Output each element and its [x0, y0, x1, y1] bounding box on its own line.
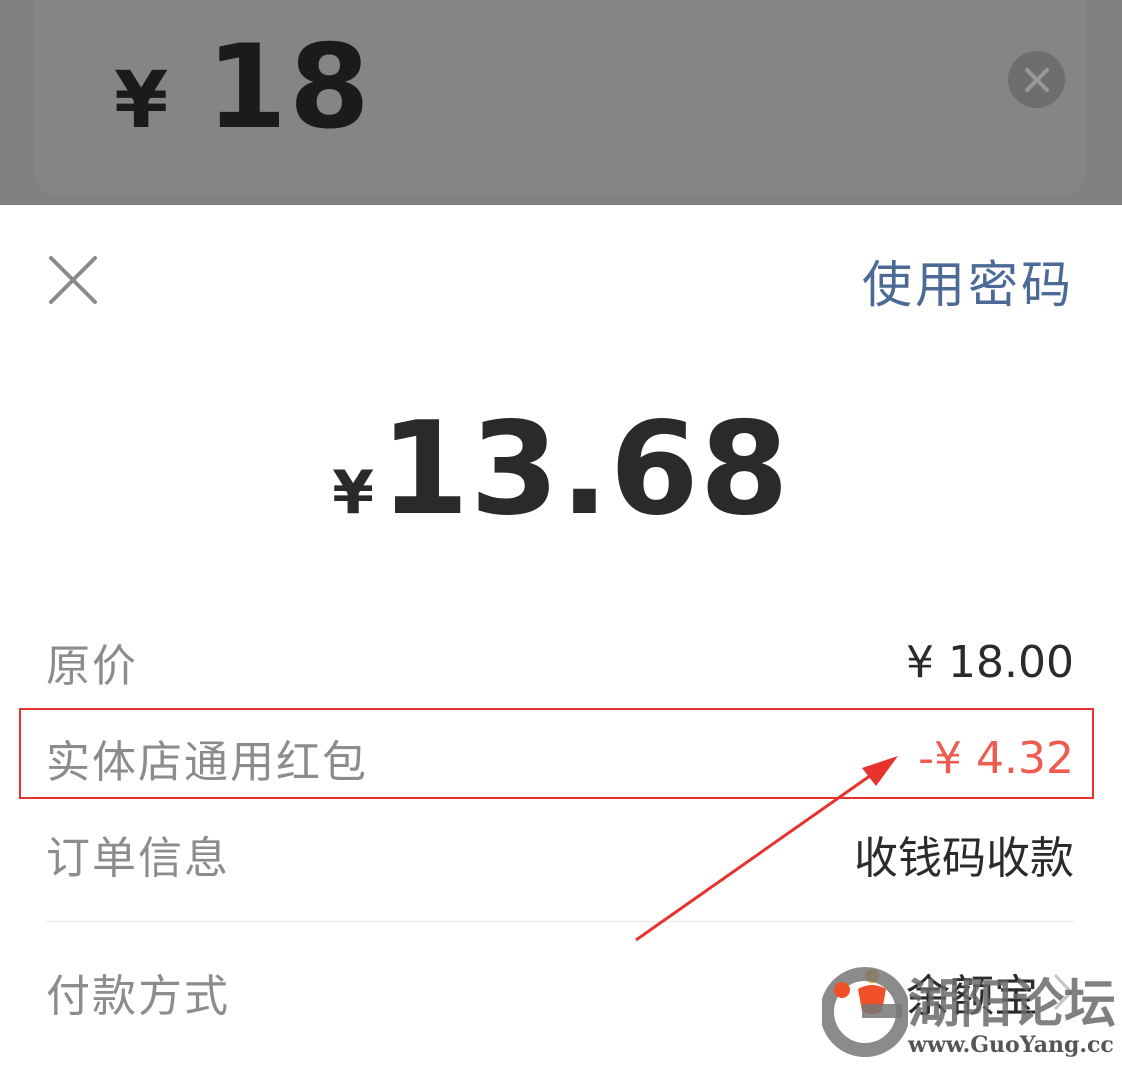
order-info-row: 订单信息 收钱码收款	[46, 819, 1074, 889]
watermark-text: 湖阳论坛	[908, 974, 1117, 1035]
pay-currency: ¥	[332, 458, 374, 528]
coupon-row: 实体店通用红包 -¥ 4.32	[46, 723, 1074, 793]
original-price-label: 原价	[46, 641, 138, 692]
pay-amount-value: 13.68	[379, 395, 790, 544]
amount-input[interactable]: ¥ 18	[114, 20, 372, 160]
divider	[46, 921, 1074, 922]
watermark: 湖阳论坛 www.GuoYang.cc	[822, 960, 1122, 1069]
amount-input-card[interactable]: ¥ 18	[34, 0, 1086, 195]
clear-input-button[interactable]	[1008, 51, 1065, 108]
pay-amount: ¥ 13.68	[0, 395, 1122, 544]
watermark-logo-icon	[822, 967, 908, 1057]
clear-input-icon	[1024, 67, 1049, 92]
close-icon	[49, 256, 97, 304]
watermark-url: www.GuoYang.cc	[908, 1032, 1114, 1058]
amount-value: 18	[206, 20, 372, 155]
close-button[interactable]	[46, 253, 100, 307]
order-info-value: 收钱码收款	[854, 833, 1074, 884]
coupon-value: -¥ 4.32	[918, 732, 1074, 784]
use-password-link[interactable]: 使用密码	[862, 245, 1074, 317]
order-info-label: 订单信息	[46, 833, 230, 884]
payment-sheet: 使用密码 ¥ 13.68 原价 ¥ 18.00 实体店通用红包 -¥ 4.32 …	[0, 205, 1122, 1069]
dimmed-backdrop: ¥ 18	[0, 0, 1122, 205]
amount-currency: ¥	[114, 56, 169, 146]
original-price-row: 原价 ¥ 18.00	[46, 627, 1074, 697]
coupon-label: 实体店通用红包	[46, 737, 368, 788]
payment-method-label: 付款方式	[46, 971, 230, 1022]
original-price-value: ¥ 18.00	[906, 636, 1074, 688]
